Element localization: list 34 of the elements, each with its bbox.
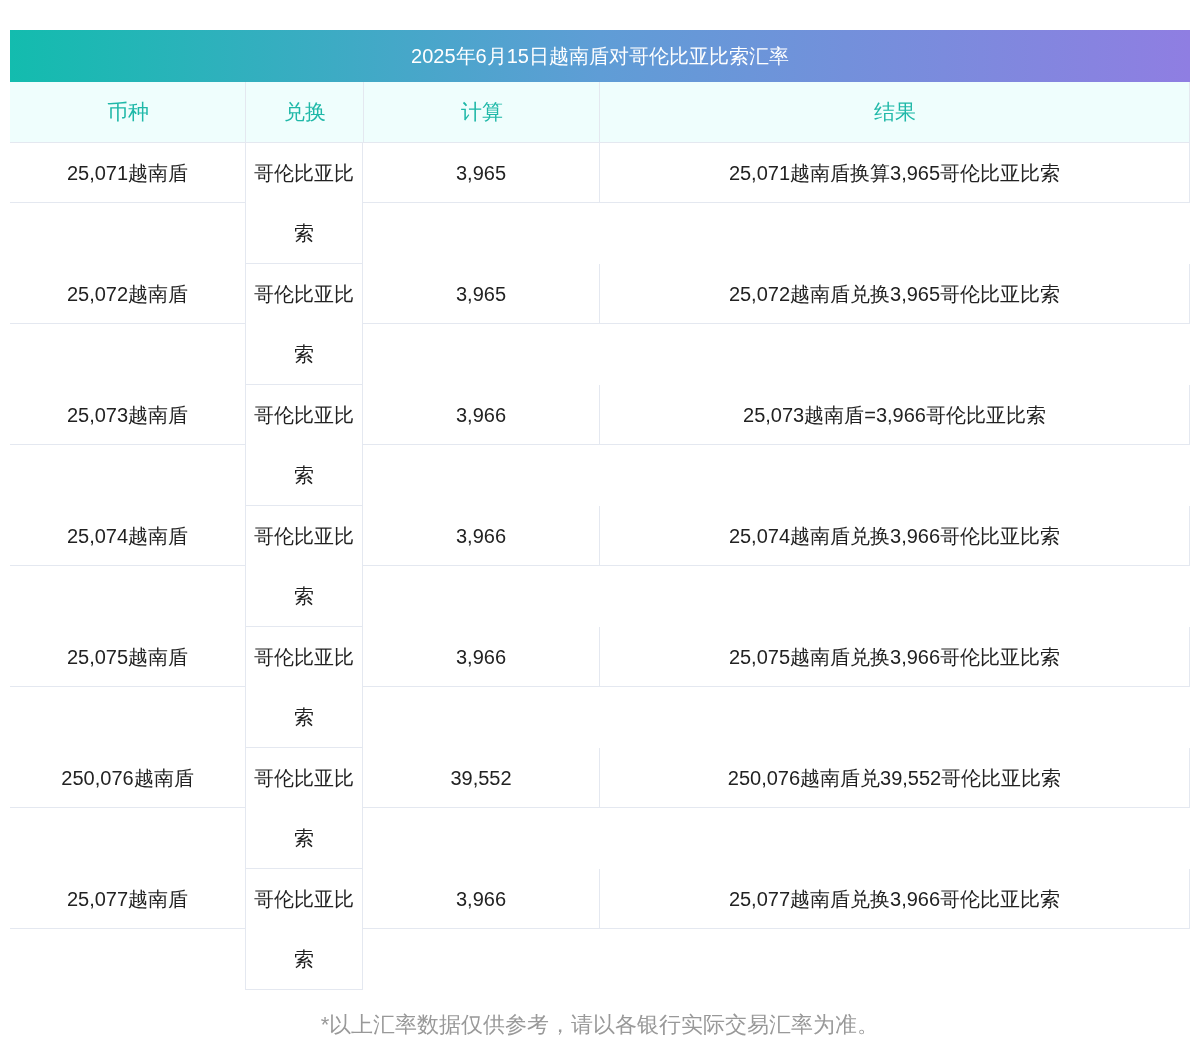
table-cell: 哥伦比亚比索 [245, 506, 363, 627]
table-cell: 25,074越南盾 [10, 506, 245, 566]
column-header: 计算 [363, 82, 599, 142]
column-header: 币种 [105, 99, 150, 125]
column-header: 结果 [599, 82, 1190, 142]
table-cell: 3,965 [363, 264, 599, 324]
table-cell: 25,077越南盾 [10, 869, 245, 929]
table-cell: 25,077越南盾兑换3,966哥伦比亚比索 [599, 869, 1190, 929]
column-header: 兑换 [245, 82, 363, 142]
table-cell: 3,966 [363, 627, 599, 687]
table-cell: 哥伦比亚比索 [245, 264, 363, 385]
table-cell: 25,075越南盾兑换3,966哥伦比亚比索 [599, 627, 1190, 687]
table-cell: 哥伦比亚比索 [245, 385, 363, 506]
table-cell: 哥伦比亚比索 [245, 748, 363, 869]
table-cell: 3,965 [363, 143, 599, 203]
table-cell: 25,073越南盾 [10, 385, 245, 445]
table-cell: 3,966 [363, 385, 599, 445]
table-cell: 哥伦比亚比索 [245, 627, 363, 748]
table-title: 2025年6月15日越南盾对哥伦比亚比索汇率 [10, 30, 1190, 82]
table-cell: 3,966 [363, 869, 599, 929]
table-cell: 250,076越南盾 [10, 748, 245, 808]
table-cell: 哥伦比亚比索 [245, 869, 363, 990]
table-cell: 3,966 [363, 506, 599, 566]
disclaimer-note: *以上汇率数据仅供参考，请以各银行实际交易汇率为准。 [319, 1011, 881, 1039]
table-cell: 25,072越南盾兑换3,965哥伦比亚比索 [599, 264, 1190, 324]
table-cell: 25,072越南盾 [10, 264, 245, 324]
table-cell: 25,073越南盾=3,966哥伦比亚比索 [599, 385, 1190, 445]
table-cell: 25,071越南盾换算3,965哥伦比亚比索 [599, 143, 1190, 203]
table-cell: 哥伦比亚比索 [245, 143, 363, 264]
table-cell: 25,075越南盾 [10, 627, 245, 687]
table-cell: 25,071越南盾 [10, 143, 245, 203]
table-cell: 39,552 [363, 748, 599, 808]
table-cell: 25,074越南盾兑换3,966哥伦比亚比索 [599, 506, 1190, 566]
table-cell: 250,076越南盾兑39,552哥伦比亚比索 [599, 748, 1190, 808]
